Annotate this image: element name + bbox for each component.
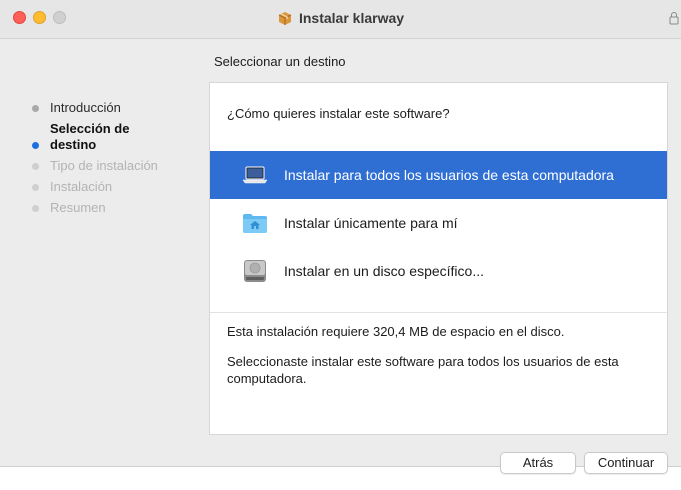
step-label: Tipo de instalación xyxy=(50,158,158,173)
step-dot xyxy=(32,205,39,212)
selection-note-text: Seleccionaste instalar este software par… xyxy=(227,354,619,386)
step-header: Seleccionar un destino xyxy=(214,54,346,69)
installer-window: Instalar klarway Seleccionar un destino … xyxy=(0,0,681,474)
install-question: ¿Cómo quieres instalar este software? xyxy=(227,106,450,121)
step-installation-type: Tipo de instalación xyxy=(30,158,205,174)
destination-panel: ¿Cómo quieres instalar este software? In… xyxy=(209,82,668,435)
step-label: Instalación xyxy=(50,179,113,194)
step-label: Resumen xyxy=(50,200,106,215)
home-folder-icon xyxy=(242,210,268,236)
lock-icon xyxy=(669,11,679,30)
install-options-list: Instalar para todos los usuarios de esta… xyxy=(210,151,667,295)
option-label: Instalar en un disco específico... xyxy=(284,263,484,279)
window-title-text: Instalar klarway xyxy=(298,10,405,26)
space-required-text: Esta instalación requiere 320,4 MB de es… xyxy=(227,324,565,339)
window-title: Instalar klarway xyxy=(0,9,681,30)
step-dot-active xyxy=(32,142,39,149)
step-label: Introducción xyxy=(50,100,121,115)
continue-button[interactable]: Continuar xyxy=(584,452,668,474)
step-destination-select: Selección de destino xyxy=(30,121,150,153)
step-dot xyxy=(32,184,39,191)
package-icon xyxy=(277,10,293,30)
laptop-icon xyxy=(242,162,268,188)
option-only-me[interactable]: Instalar únicamente para mí xyxy=(210,199,667,247)
disk-icon xyxy=(242,258,268,284)
option-label: Instalar únicamente para mí xyxy=(284,215,458,231)
back-button[interactable]: Atrás xyxy=(500,452,576,474)
option-label: Instalar para todos los usuarios de esta… xyxy=(284,167,614,183)
step-installation: Instalación xyxy=(30,179,205,195)
step-label: Selección de destino xyxy=(50,121,130,152)
title-bar: Instalar klarway xyxy=(0,0,681,39)
step-dot xyxy=(32,163,39,170)
step-introduction: Introducción xyxy=(30,100,205,116)
step-dot xyxy=(32,105,39,112)
panel-divider xyxy=(210,312,667,313)
option-all-users[interactable]: Instalar para todos los usuarios de esta… xyxy=(210,151,667,199)
step-summary: Resumen xyxy=(30,200,205,216)
installer-steps-sidebar: Introducción Selección de destino Tipo d… xyxy=(30,100,205,221)
option-specific-disk[interactable]: Instalar en un disco específico... xyxy=(210,247,667,295)
